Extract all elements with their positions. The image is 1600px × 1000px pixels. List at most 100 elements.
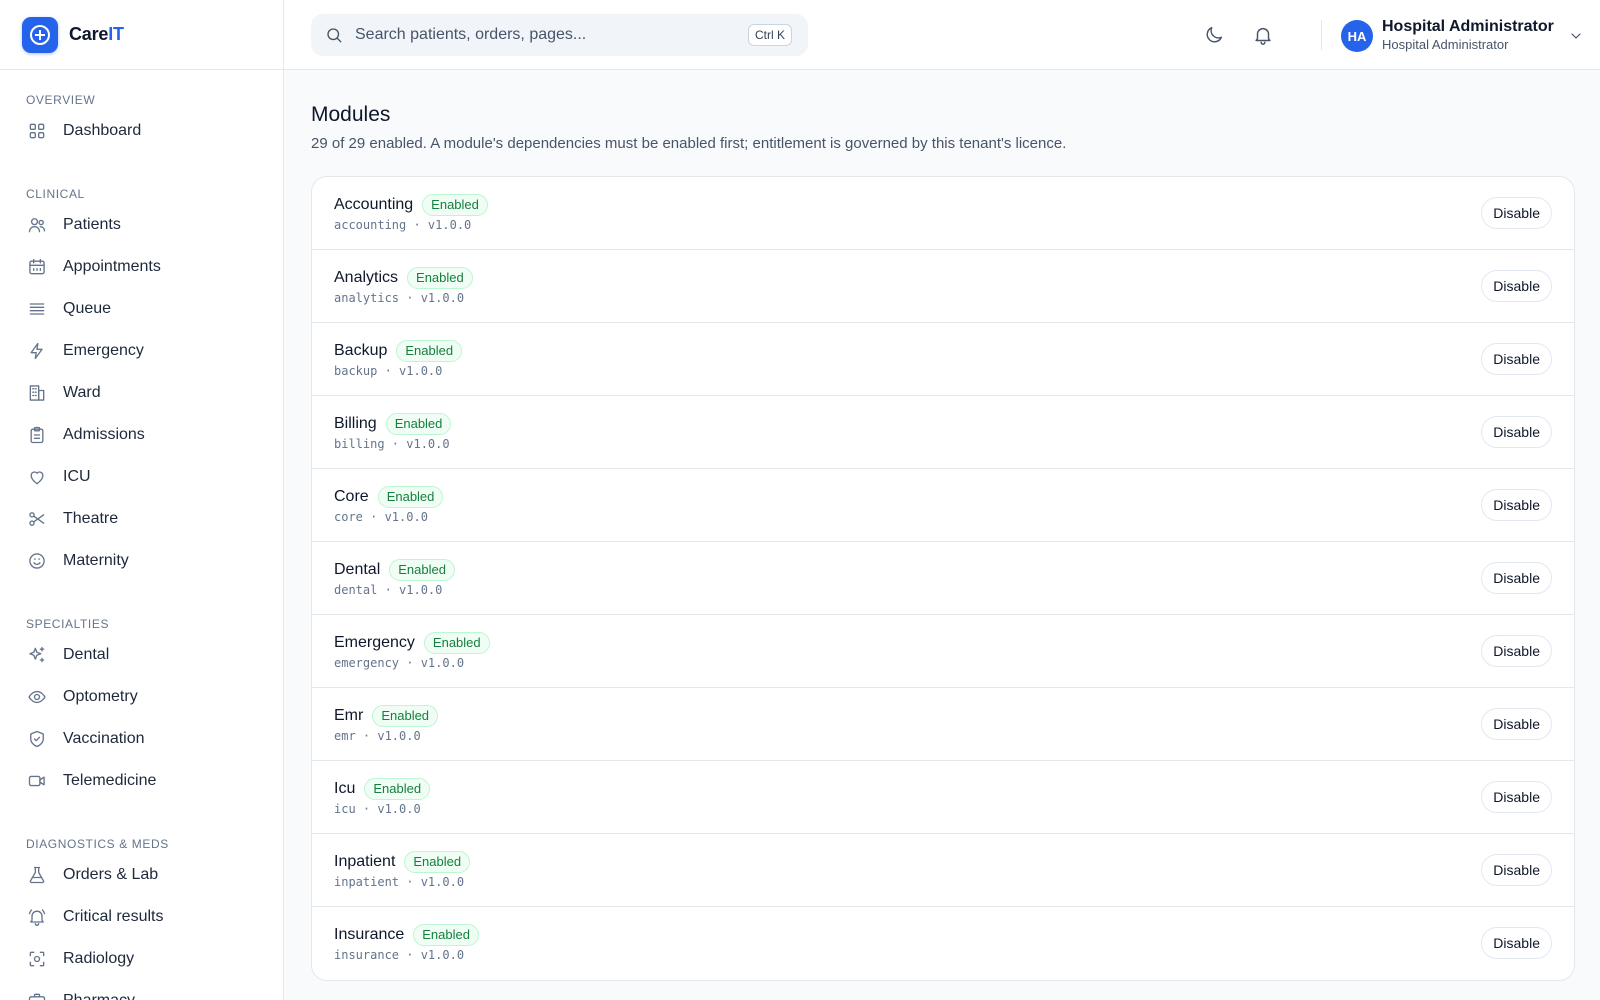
module-name: Insurance bbox=[334, 926, 405, 943]
sidebar-item-radiology[interactable]: Radiology bbox=[0, 938, 283, 980]
module-row: Dental Enabled dental · v1.0.0 Disable bbox=[312, 542, 1574, 615]
status-badge: Enabled bbox=[372, 705, 439, 727]
status-badge: Enabled bbox=[404, 851, 471, 873]
search-icon bbox=[327, 28, 342, 43]
module-row: Backup Enabled backup · v1.0.0 Disable bbox=[312, 323, 1574, 396]
module-meta: emergency · v1.0.0 bbox=[334, 656, 465, 670]
modules-list: Accounting Enabled accounting · v1.0.0 Disa… bbox=[311, 176, 1575, 981]
bell-ring-icon bbox=[27, 907, 47, 927]
module-meta: backup · v1.0.0 bbox=[334, 364, 443, 378]
module-meta: icu · v1.0.0 bbox=[334, 802, 421, 816]
flask-icon bbox=[27, 865, 47, 885]
sidebar-item-orders-and-lab[interactable]: Orders & Lab bbox=[0, 854, 283, 896]
brand[interactable]: CareIT bbox=[0, 0, 283, 70]
notifications-button[interactable] bbox=[1251, 23, 1275, 47]
module-row: Core Enabled core · v1.0.0 Disable bbox=[312, 469, 1574, 542]
sidebar-item-telemedicine[interactable]: Telemedicine bbox=[0, 760, 283, 802]
nav-section-overview: OVERVIEW bbox=[26, 93, 96, 107]
sidebar-item-label: Radiology bbox=[63, 950, 135, 967]
moon-icon bbox=[1206, 26, 1223, 43]
module-name: Core bbox=[334, 488, 369, 505]
eye-icon bbox=[27, 687, 47, 707]
sidebar-item-maternity[interactable]: Maternity bbox=[0, 540, 283, 582]
sidebar-item-label: Admissions bbox=[63, 426, 145, 443]
module-name: Backup bbox=[334, 342, 388, 359]
logo-plus-icon bbox=[22, 16, 58, 53]
status-badge: Enabled bbox=[364, 778, 431, 800]
sidebar-item-vaccination[interactable]: Vaccination bbox=[0, 718, 283, 760]
module-name: Accounting bbox=[334, 196, 414, 213]
building-icon bbox=[27, 383, 47, 403]
sidebar-item-label: Maternity bbox=[63, 552, 129, 569]
sidebar-item-admissions[interactable]: Admissions bbox=[0, 414, 283, 456]
status-badge: Enabled bbox=[407, 267, 473, 289]
video-icon bbox=[27, 771, 47, 791]
sidebar-item-queue[interactable]: Queue bbox=[0, 288, 283, 330]
sidebar-nav: OVERVIEW Dashboard CLINICAL Patients Appoint… bbox=[0, 70, 283, 1000]
avatar: HA bbox=[1341, 20, 1373, 52]
sidebar-item-label: Critical results bbox=[63, 908, 164, 925]
sidebar: CareIT OVERVIEW Dashboard CLINICAL Patients… bbox=[0, 0, 284, 1000]
top-bar: Ctrl K HA Hospital Administrator Hospita… bbox=[284, 0, 1600, 70]
heart-icon bbox=[27, 467, 47, 487]
sidebar-item-icu[interactable]: ICU bbox=[0, 456, 283, 498]
module-name: Billing bbox=[334, 415, 377, 432]
sidebar-item-label: Emergency bbox=[63, 342, 144, 359]
sidebar-item-label: Telemedicine bbox=[63, 772, 157, 789]
status-badge: Enabled bbox=[389, 559, 455, 581]
disable-button[interactable]: Disable bbox=[1481, 854, 1552, 886]
module-row: Icu Enabled icu · v1.0.0 Disable bbox=[312, 761, 1574, 834]
module-meta: insurance · v1.0.0 bbox=[334, 948, 465, 962]
disable-button[interactable]: Disable bbox=[1481, 635, 1552, 667]
sidebar-item-dental[interactable]: Dental bbox=[0, 634, 283, 676]
search-bar[interactable]: Ctrl K bbox=[311, 14, 808, 56]
smile-icon bbox=[27, 551, 47, 571]
bolt-icon bbox=[27, 341, 47, 361]
sidebar-item-label: Orders & Lab bbox=[63, 866, 159, 883]
sidebar-item-theatre[interactable]: Theatre bbox=[0, 498, 283, 540]
module-meta: billing · v1.0.0 bbox=[334, 437, 450, 451]
sidebar-item-label: Queue bbox=[63, 300, 112, 317]
disable-button[interactable]: Disable bbox=[1481, 927, 1552, 959]
user-menu[interactable]: HA Hospital Administrator Hospital Admin… bbox=[1341, 18, 1584, 54]
sidebar-item-ward[interactable]: Ward bbox=[0, 372, 283, 414]
sparkles-icon bbox=[27, 645, 47, 665]
disable-button[interactable]: Disable bbox=[1481, 343, 1552, 375]
module-meta: inpatient · v1.0.0 bbox=[334, 875, 465, 889]
sidebar-item-patients[interactable]: Patients bbox=[0, 204, 283, 246]
main-content: Modules 29 of 29 enabled. A module's dep… bbox=[311, 70, 1575, 981]
header-divider bbox=[1321, 20, 1322, 50]
sidebar-item-emergency[interactable]: Emergency bbox=[0, 330, 283, 372]
disable-button[interactable]: Disable bbox=[1481, 708, 1552, 740]
module-meta: dental · v1.0.0 bbox=[334, 583, 443, 597]
disable-button[interactable]: Disable bbox=[1481, 489, 1552, 521]
sidebar-item-label: ICU bbox=[63, 468, 91, 485]
sidebar-item-critical-results[interactable]: Critical results bbox=[0, 896, 283, 938]
sidebar-item-dashboard[interactable]: Dashboard bbox=[0, 110, 283, 152]
sidebar-item-optometry[interactable]: Optometry bbox=[0, 676, 283, 718]
calendar-icon bbox=[27, 257, 47, 277]
sidebar-item-appointments[interactable]: Appointments bbox=[0, 246, 283, 288]
theme-toggle-button[interactable] bbox=[1202, 23, 1226, 47]
user-role: Hospital Administrator bbox=[1382, 37, 1509, 52]
disable-button[interactable]: Disable bbox=[1481, 781, 1552, 813]
sidebar-item-label: Dashboard bbox=[63, 122, 142, 139]
scan-icon bbox=[27, 949, 47, 969]
disable-button[interactable]: Disable bbox=[1481, 270, 1552, 302]
module-row: Inpatient Enabled inpatient · v1.0.0 Disabl… bbox=[312, 834, 1574, 907]
status-badge: Enabled bbox=[377, 486, 444, 508]
status-badge: Enabled bbox=[413, 924, 479, 946]
module-name: Dental bbox=[334, 561, 381, 578]
user-name: Hospital Administrator bbox=[1382, 18, 1554, 35]
disable-button[interactable]: Disable bbox=[1481, 197, 1552, 229]
status-badge: Enabled bbox=[396, 340, 463, 362]
search-input[interactable] bbox=[355, 26, 735, 44]
sidebar-item-pharmacy[interactable]: Pharmacy bbox=[0, 980, 283, 1000]
disable-button[interactable]: Disable bbox=[1481, 562, 1552, 594]
nav-section-clinical: CLINICAL bbox=[26, 187, 85, 201]
page-title: Modules bbox=[311, 103, 391, 126]
module-row: Accounting Enabled accounting · v1.0.0 Disa… bbox=[312, 177, 1574, 250]
page-subtitle: 29 of 29 enabled. A module's dependencie… bbox=[311, 135, 1067, 152]
disable-button[interactable]: Disable bbox=[1481, 416, 1552, 448]
sidebar-item-label: Patients bbox=[63, 216, 121, 233]
